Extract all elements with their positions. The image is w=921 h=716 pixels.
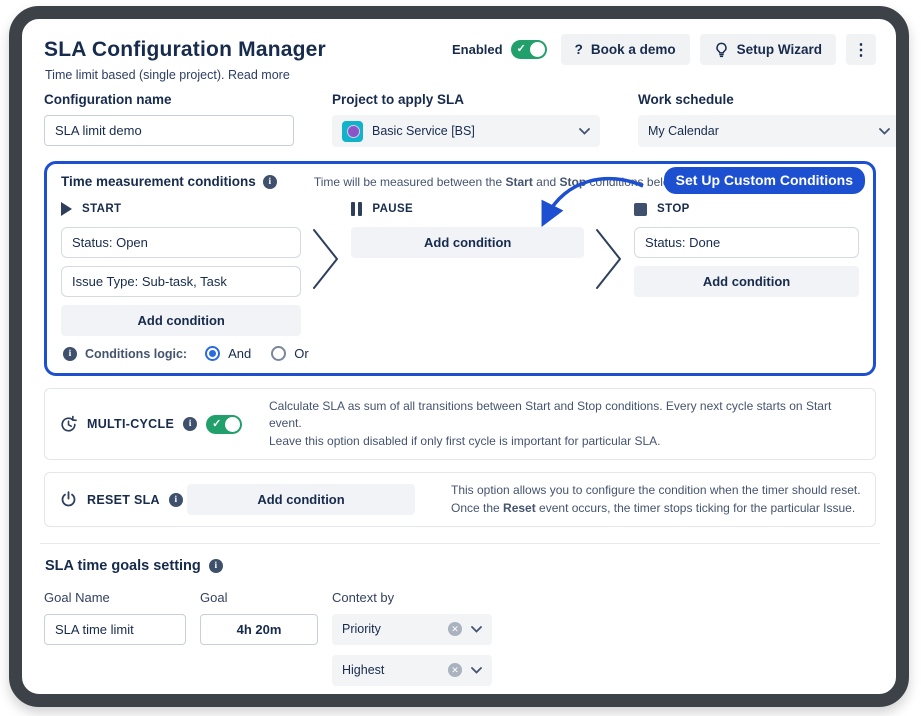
page-title: SLA Configuration Manager	[44, 38, 326, 62]
multi-cycle-icon	[59, 415, 78, 434]
clear-icon[interactable]: ✕	[448, 622, 462, 636]
context-select-highest[interactable]: Highest ✕	[332, 655, 492, 686]
schedule-label: Work schedule	[638, 92, 900, 107]
conditions-logic-row: i Conditions logic: And Or	[63, 346, 859, 361]
config-name-label: Configuration name	[44, 92, 294, 107]
info-icon[interactable]: i	[169, 493, 183, 507]
project-avatar	[342, 121, 363, 142]
stop-label: STOP	[657, 203, 690, 215]
chevron-down-icon	[471, 661, 482, 679]
reset-add-condition-button[interactable]: Add condition	[187, 484, 415, 515]
reset-desc-2-prefix: Once the	[451, 501, 503, 515]
helper-prefix: Time will be measured between the	[314, 175, 506, 189]
top-form: Configuration name Project to apply SLA …	[44, 92, 876, 147]
goal-label: Goal	[200, 590, 318, 605]
enabled-control: Enabled ✓	[452, 40, 547, 59]
project-select[interactable]: Basic Service [BS]	[332, 115, 600, 147]
multi-cycle-label: MULTI-CYCLE	[87, 417, 174, 431]
start-condition[interactable]: Status: Open	[61, 227, 301, 258]
info-icon[interactable]: i	[183, 417, 197, 431]
subtitle-text: Time limit based (single project).	[45, 68, 228, 82]
info-icon[interactable]: i	[63, 347, 77, 361]
multi-cycle-toggle[interactable]: ✓	[206, 415, 242, 434]
multi-cycle-desc-1: Calculate SLA as sum of all transitions …	[269, 398, 861, 433]
start-label: START	[82, 203, 121, 215]
read-more-link[interactable]: Read more	[228, 68, 290, 82]
chevron-down-icon	[579, 122, 590, 140]
multi-cycle-desc-2: Leave this option disabled if only first…	[269, 433, 861, 450]
reset-sla-label: RESET SLA	[87, 493, 160, 507]
chevron-separator-icon	[594, 227, 624, 291]
time-measurement-section: Set Up Custom Conditions Time measuremen…	[44, 161, 876, 376]
goals-row: Goal Name Goal Context by Priority ✕ Hig…	[44, 590, 876, 696]
multi-cycle-description: Calculate SLA as sum of all transitions …	[269, 398, 861, 450]
enabled-toggle[interactable]: ✓	[511, 40, 547, 59]
reset-sla-description: This option allows you to configure the …	[451, 482, 861, 517]
reset-desc-1: This option allows you to configure the …	[451, 482, 861, 499]
kebab-menu-icon[interactable]: ⋮	[846, 34, 876, 65]
goals-title-row: SLA time goals setting i	[45, 558, 876, 574]
logic-and-label: And	[228, 346, 251, 361]
toggle-knob	[530, 42, 545, 57]
question-icon: ?	[575, 42, 583, 57]
context-select-priority[interactable]: Priority ✕	[332, 614, 492, 645]
header: SLA Configuration Manager Enabled ✓ ? Bo…	[44, 34, 876, 65]
section-divider	[40, 543, 880, 544]
reset-sla-row: RESET SLA i Add condition This option al…	[44, 472, 876, 527]
project-value: Basic Service [BS]	[372, 124, 475, 138]
conditions-title: Time measurement conditions	[61, 174, 256, 189]
schedule-select[interactable]: My Calendar	[638, 115, 900, 147]
check-icon: ✓	[212, 417, 221, 430]
reset-desc-2-suffix: event occurs, the timer stops ticking fo…	[536, 501, 855, 515]
play-icon	[61, 202, 72, 216]
book-demo-label: Book a demo	[591, 42, 676, 57]
info-icon[interactable]: i	[263, 175, 277, 189]
reset-desc-2: Once the Reset event occurs, the timer s…	[451, 500, 861, 517]
setup-custom-conditions-callout: Set Up Custom Conditions	[664, 167, 865, 194]
conditions-logic-label: Conditions logic:	[85, 347, 187, 361]
logic-or-radio[interactable]	[271, 346, 286, 361]
setup-wizard-label: Setup Wizard	[737, 42, 822, 57]
start-add-condition-button[interactable]: Add condition	[61, 305, 301, 336]
page-subtitle: Time limit based (single project). Read …	[45, 68, 876, 82]
check-icon: ✓	[517, 42, 526, 55]
info-icon[interactable]: i	[209, 559, 223, 573]
context-value: Priority	[342, 622, 381, 636]
goal-name-input[interactable]	[44, 614, 186, 645]
callout-arrow	[533, 176, 645, 232]
power-icon	[59, 490, 78, 509]
app-window: SLA Configuration Manager Enabled ✓ ? Bo…	[9, 6, 909, 707]
goal-name-label: Goal Name	[44, 590, 186, 605]
chevron-separator-icon	[311, 227, 341, 291]
pause-icon	[351, 202, 362, 216]
chevron-down-icon	[471, 620, 482, 638]
chevron-down-icon	[879, 122, 890, 140]
config-name-input[interactable]	[44, 115, 294, 146]
logic-and-radio[interactable]	[205, 346, 220, 361]
reset-desc-2-bold: Reset	[503, 501, 536, 515]
stop-column: STOP Status: Done Add condition	[634, 199, 859, 297]
clear-icon[interactable]: ✕	[448, 663, 462, 677]
context-by-label: Context by	[332, 590, 492, 605]
lightbulb-icon	[714, 42, 729, 58]
book-demo-button[interactable]: ? Book a demo	[561, 34, 690, 65]
pause-label: PAUSE	[372, 203, 413, 215]
multi-cycle-row: MULTI-CYCLE i ✓ Calculate SLA as sum of …	[44, 388, 876, 460]
toggle-knob	[225, 417, 240, 432]
helper-start: Start	[505, 175, 532, 189]
logic-or-label: Or	[294, 346, 308, 361]
start-condition[interactable]: Issue Type: Sub-task, Task	[61, 266, 301, 297]
schedule-value: My Calendar	[648, 124, 719, 138]
goals-title: SLA time goals setting	[45, 558, 201, 574]
goal-value-input[interactable]	[200, 614, 318, 645]
enabled-label: Enabled	[452, 42, 503, 57]
start-column: START Status: Open Issue Type: Sub-task,…	[61, 199, 301, 336]
stop-add-condition-button[interactable]: Add condition	[634, 266, 859, 297]
setup-wizard-button[interactable]: Setup Wizard	[700, 34, 836, 65]
project-label: Project to apply SLA	[332, 92, 600, 107]
context-value: Highest	[342, 663, 384, 677]
stop-condition[interactable]: Status: Done	[634, 227, 859, 258]
